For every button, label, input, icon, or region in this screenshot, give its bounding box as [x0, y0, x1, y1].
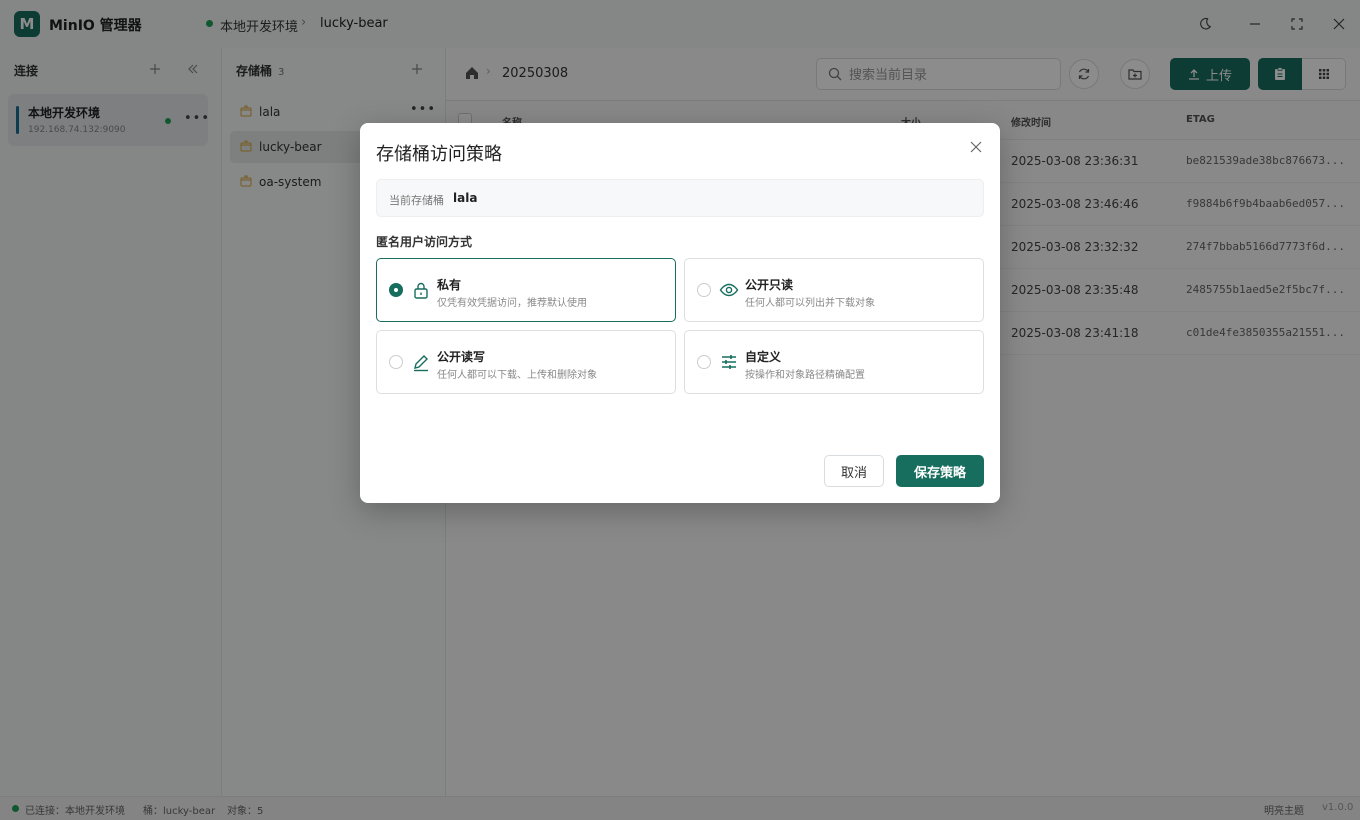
pencil-icon: [414, 355, 428, 372]
radio-public-read-write[interactable]: [389, 355, 403, 369]
current-bucket-box: 当前存储桶 lala: [376, 179, 984, 217]
radio-public-read[interactable]: [697, 283, 711, 297]
bucket-policy-dialog: 存储桶访问策略 当前存储桶 lala 匿名用户访问方式 私有 仅凭有效凭据访问，…: [360, 123, 1000, 503]
dialog-title: 存储桶访问策略: [376, 144, 502, 165]
save-policy-button[interactable]: 保存策略: [896, 455, 984, 487]
option-custom[interactable]: 自定义 按操作和对象路径精确配置: [684, 330, 984, 394]
option-title: 自定义: [745, 350, 782, 364]
eye-icon: [719, 283, 739, 297]
option-desc: 仅凭有效凭据访问，推荐默认使用: [437, 298, 587, 309]
cancel-button[interactable]: 取消: [824, 455, 884, 487]
option-public-read[interactable]: 公开只读 任何人都可以列出并下载对象: [684, 258, 984, 322]
current-bucket-label: 当前存储桶: [389, 194, 444, 207]
option-desc: 任何人都可以下载、上传和删除对象: [437, 370, 597, 381]
option-title: 私有: [437, 278, 462, 292]
current-bucket-value: lala: [453, 191, 478, 205]
option-desc: 按操作和对象路径精确配置: [745, 370, 865, 381]
radio-custom[interactable]: [697, 355, 711, 369]
close-icon: [970, 141, 982, 153]
option-private[interactable]: 私有 仅凭有效凭据访问，推荐默认使用: [376, 258, 676, 322]
option-title: 公开读写: [437, 350, 486, 364]
radio-private[interactable]: [389, 283, 403, 297]
option-desc: 任何人都可以列出并下载对象: [745, 298, 875, 309]
lock-icon: [414, 282, 428, 299]
option-title: 公开只读: [745, 278, 794, 292]
sliders-icon: [722, 355, 736, 369]
access-mode-label: 匿名用户访问方式: [376, 235, 473, 249]
option-public-read-write[interactable]: 公开读写 任何人都可以下载、上传和删除对象: [376, 330, 676, 394]
dialog-close-button[interactable]: [966, 137, 986, 157]
